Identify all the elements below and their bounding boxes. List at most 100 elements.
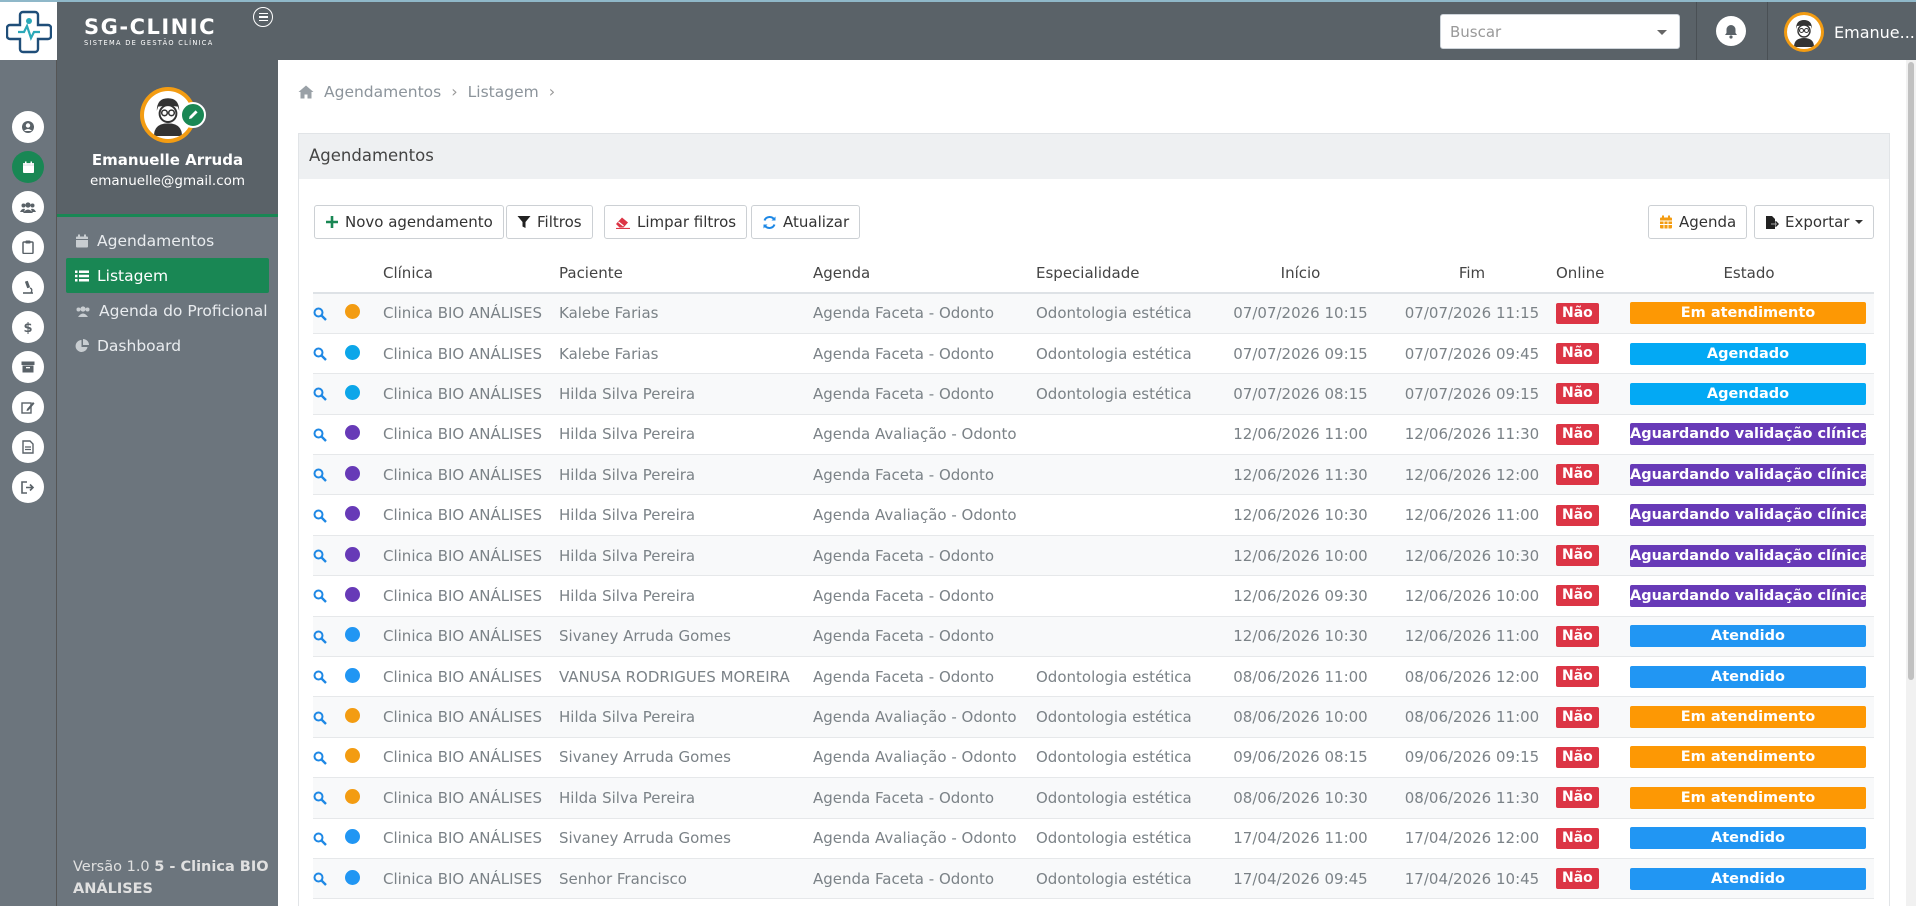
export-button[interactable]: Exportar bbox=[1754, 205, 1875, 239]
clear-filters-button[interactable]: Limpar filtros bbox=[604, 205, 748, 239]
rail-edit-button[interactable] bbox=[12, 391, 44, 423]
status-dot bbox=[345, 425, 360, 441]
view-details-icon[interactable] bbox=[313, 468, 327, 483]
rail-clipboard-button[interactable] bbox=[12, 231, 44, 263]
cell-agenda: Agenda Faceta - Odonto bbox=[813, 454, 1036, 496]
table-row[interactable]: Clinica BIO ANÁLISES Sivaney Arruda Gomes… bbox=[313, 818, 1874, 859]
table-row[interactable]: Clinica BIO ANÁLISES Hilda Silva Pereira A… bbox=[313, 696, 1874, 738]
rail-profile-button[interactable] bbox=[12, 111, 44, 143]
view-details-icon[interactable] bbox=[313, 589, 327, 604]
cell-fim: 07/07/2026 09:45 bbox=[1388, 333, 1556, 375]
view-details-icon[interactable] bbox=[313, 307, 327, 321]
rail-document-button[interactable] bbox=[12, 431, 44, 463]
view-details-icon[interactable] bbox=[313, 347, 327, 361]
breadcrumb-item[interactable]: Listagem bbox=[468, 83, 539, 101]
view-details-icon[interactable] bbox=[313, 630, 327, 644]
file-text-icon bbox=[22, 440, 34, 454]
table-row[interactable]: Clinica BIO ANÁLISES Hilda Silva Pereira A… bbox=[313, 494, 1874, 536]
cell-clinica: Clinica BIO ANÁLISES bbox=[383, 777, 559, 819]
column-header-inicio[interactable]: Início bbox=[1213, 253, 1388, 294]
cell-especialidade: Odontologia estética bbox=[1036, 696, 1213, 738]
status-dot bbox=[345, 586, 360, 602]
cell-agenda: Agenda Avaliação - Odonto bbox=[813, 494, 1036, 536]
view-details-icon[interactable] bbox=[313, 711, 327, 725]
view-details-icon[interactable] bbox=[313, 428, 327, 442]
view-details-icon[interactable] bbox=[313, 832, 327, 846]
search-select[interactable] bbox=[1440, 14, 1680, 49]
rail-archive-button[interactable] bbox=[12, 351, 44, 383]
sidebar-item-dashboard[interactable]: Dashboard bbox=[66, 328, 269, 363]
rail-users-button[interactable] bbox=[12, 191, 44, 223]
cell-fim: 08/06/2026 12:00 bbox=[1388, 656, 1556, 698]
agenda-button[interactable]: Agenda bbox=[1648, 205, 1748, 239]
sidebar: Emanuelle Arruda emanuelle@gmail.com Age… bbox=[57, 60, 278, 906]
chevron-down-icon[interactable] bbox=[1657, 30, 1667, 35]
edit-profile-button[interactable] bbox=[180, 102, 206, 128]
status-dot bbox=[345, 344, 360, 360]
scrollbar-thumb[interactable] bbox=[1908, 62, 1914, 680]
view-details-icon[interactable] bbox=[313, 751, 327, 765]
table-row[interactable]: Clinica BIO ANÁLISES Hilda Silva Pereira A… bbox=[313, 414, 1874, 456]
status-dot bbox=[345, 465, 360, 481]
edit-icon bbox=[21, 402, 35, 414]
menu-toggle-icon[interactable] bbox=[253, 7, 273, 27]
cell-agenda: Agenda Faceta - Odonto bbox=[813, 373, 1036, 415]
column-header-fim[interactable]: Fim bbox=[1388, 253, 1556, 294]
filters-button[interactable]: Filtros bbox=[506, 205, 593, 239]
column-header-estado[interactable]: Estado bbox=[1624, 253, 1874, 294]
column-header-color bbox=[345, 253, 383, 294]
column-header-agenda[interactable]: Agenda bbox=[813, 253, 1036, 294]
breadcrumb-item[interactable]: Agendamentos bbox=[324, 83, 441, 101]
notifications-button[interactable] bbox=[1716, 16, 1746, 46]
calendar-icon bbox=[76, 234, 88, 247]
cell-inicio: 08/06/2026 10:00 bbox=[1213, 696, 1388, 738]
cell-clinica: Clinica BIO ANÁLISES bbox=[383, 737, 559, 779]
cell-fim: 12/06/2026 12:00 bbox=[1388, 454, 1556, 496]
view-details-icon[interactable] bbox=[313, 509, 327, 523]
view-details-icon[interactable] bbox=[313, 670, 327, 685]
view-details-icon[interactable] bbox=[313, 549, 327, 563]
cell-fim: 09/06/2026 09:15 bbox=[1388, 737, 1556, 779]
rail-logout-button[interactable] bbox=[12, 471, 44, 503]
table-row[interactable]: Clinica BIO ANÁLISES Hilda Silva Pereira A… bbox=[313, 535, 1874, 577]
refresh-button[interactable]: Atualizar bbox=[751, 205, 861, 239]
table-row[interactable]: Clinica BIO ANÁLISES Sivaney Arruda Gomes… bbox=[313, 737, 1874, 779]
view-details-icon[interactable] bbox=[313, 387, 327, 402]
column-header-online[interactable]: Online bbox=[1556, 253, 1624, 294]
sidebar-item-agendamentos[interactable]: Agendamentos bbox=[66, 223, 269, 258]
table-row[interactable]: Clinica BIO ANÁLISES Kalebe Farias Agenda … bbox=[313, 333, 1874, 375]
status-badge: Em atendimento bbox=[1630, 302, 1866, 325]
cell-fim: 08/06/2026 11:00 bbox=[1388, 696, 1556, 738]
column-header-paciente[interactable]: Paciente bbox=[559, 253, 813, 294]
button-label: Limpar filtros bbox=[637, 213, 737, 231]
new-appointment-button[interactable]: Novo agendamento bbox=[314, 205, 504, 239]
table-row[interactable]: Clinica BIO ANÁLISES VANUSA RODRIGUES MOR… bbox=[313, 656, 1874, 698]
rail-calendar-button[interactable] bbox=[12, 151, 44, 183]
view-details-icon[interactable] bbox=[313, 791, 327, 806]
home-icon[interactable] bbox=[298, 85, 314, 99]
cell-especialidade bbox=[1036, 454, 1213, 496]
table-row[interactable]: Clinica BIO ANÁLISES Hilda Silva Pereira A… bbox=[313, 777, 1874, 819]
cell-especialidade: Odontologia estética bbox=[1036, 293, 1213, 334]
cell-paciente: Kalebe Farias bbox=[559, 293, 813, 334]
page-scrollbar[interactable] bbox=[1906, 60, 1916, 906]
rail-microscope-button[interactable] bbox=[12, 271, 44, 303]
table-row[interactable]: Clinica BIO ANÁLISES Kalebe Farias Agenda … bbox=[313, 293, 1874, 334]
rail-finance-button[interactable]: $ bbox=[12, 311, 44, 343]
table-row[interactable]: Clinica BIO ANÁLISES Hilda Silva Pereira A… bbox=[313, 575, 1874, 617]
search-input[interactable] bbox=[1441, 15, 1641, 48]
view-details-icon[interactable] bbox=[313, 872, 327, 887]
column-header-especialidade[interactable]: Especialidade bbox=[1036, 253, 1213, 294]
cell-clinica: Clinica BIO ANÁLISES bbox=[383, 494, 559, 536]
table-header-row: Clínica Paciente Agenda Especialidade In… bbox=[313, 253, 1874, 294]
app-logo[interactable] bbox=[0, 2, 57, 60]
table-row[interactable]: Clinica BIO ANÁLISES Hilda Silva Pereira A… bbox=[313, 454, 1874, 496]
table-row[interactable]: Clinica BIO ANÁLISES Senhor Francisco Agen… bbox=[313, 858, 1874, 900]
table-row[interactable]: Clinica BIO ANÁLISES Sivaney Arruda Gomes… bbox=[313, 616, 1874, 658]
table-row[interactable]: Clinica BIO ANÁLISES Hilda Silva Pereira A… bbox=[313, 373, 1874, 415]
sidebar-item-listagem[interactable]: Listagem bbox=[66, 258, 269, 293]
sidebar-item-agenda-proficional[interactable]: Agenda do Proficional bbox=[66, 293, 269, 328]
column-header-clinica[interactable]: Clínica bbox=[383, 253, 559, 294]
user-menu[interactable]: Emanue... bbox=[1784, 12, 1915, 52]
microscope-icon bbox=[23, 280, 33, 294]
